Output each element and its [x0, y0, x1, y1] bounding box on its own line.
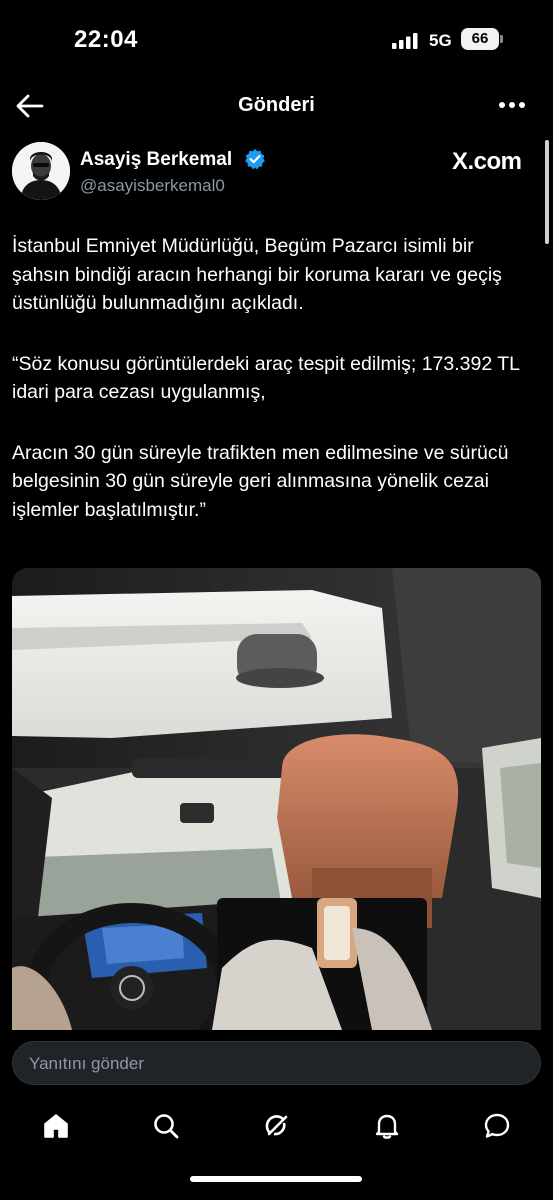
network-type: 5G	[429, 31, 452, 50]
post-paragraph: “Söz konusu görüntülerdeki araç tespit e…	[12, 352, 520, 404]
page-title: Gönderi	[238, 94, 315, 116]
status-time: 22:04	[74, 26, 138, 53]
x-com-watermark: X.com	[452, 148, 522, 175]
tab-notifications[interactable]	[359, 1100, 415, 1156]
home-indicator	[190, 1176, 362, 1182]
post-author: Asayiş Berkemal @asayisberkemal0 X.com	[0, 142, 553, 204]
author-display-name[interactable]: Asayiş Berkemal	[80, 149, 232, 171]
avatar[interactable]	[12, 142, 70, 200]
tab-search[interactable]	[138, 1100, 194, 1156]
tab-grok[interactable]	[249, 1100, 305, 1156]
home-icon	[44, 1114, 68, 1138]
post-paragraph: İstanbul Emniyet Müdürlüğü, Begüm Pazarc…	[12, 235, 502, 314]
search-icon	[154, 1114, 179, 1139]
reply-input[interactable]	[27, 1042, 511, 1086]
avatar-image	[12, 142, 70, 200]
reply-composer[interactable]	[12, 1041, 541, 1086]
bottom-tab-bar	[0, 1100, 553, 1156]
tab-messages[interactable]	[469, 1100, 525, 1156]
author-handle[interactable]: @asayisberkemal0	[80, 176, 225, 196]
message-icon	[484, 1113, 510, 1138]
battery-icon: 66	[461, 28, 499, 50]
status-bar: 22:04 5G 66	[0, 0, 553, 80]
post-paragraph: Aracın 30 gün süreyle trafikten men edil…	[12, 441, 509, 521]
grok-icon	[265, 1115, 288, 1136]
post-video[interactable]	[12, 568, 541, 1030]
post-body: İstanbul Emniyet Müdürlüğü, Begüm Pazarc…	[12, 232, 527, 556]
cellular-signal-icon	[392, 33, 418, 49]
tab-home[interactable]	[28, 1100, 84, 1156]
bell-icon	[375, 1114, 399, 1139]
verified-badge-icon	[245, 149, 265, 170]
battery-tip	[500, 35, 503, 43]
more-options-icon[interactable]	[498, 99, 526, 111]
top-navigation: Gönderi	[0, 80, 553, 132]
video-frame-image	[12, 568, 541, 1030]
